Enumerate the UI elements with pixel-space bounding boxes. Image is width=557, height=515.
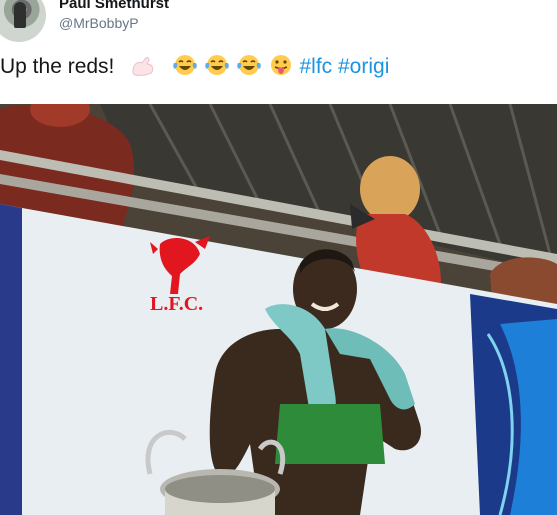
- face-with-tears-of-joy-icon: [172, 53, 198, 85]
- face-with-tears-of-joy-icon: [236, 53, 262, 85]
- user-handle[interactable]: @MrBobbyP: [59, 13, 169, 33]
- author-info: Paul Smethurst @MrBobbyP: [59, 0, 169, 33]
- flexed-biceps-icon: [130, 55, 156, 85]
- tweet-photo[interactable]: L.F.C.: [0, 104, 557, 515]
- hashtag-link[interactable]: #origi: [338, 55, 389, 78]
- display-name[interactable]: Paul Smethurst: [59, 0, 169, 13]
- tweet-body: Up the reds!: [0, 55, 115, 78]
- lfc-banner-text: L.F.C.: [150, 293, 203, 315]
- tweet-text: Up the reds! #lfc #origi: [0, 53, 389, 85]
- face-with-tears-of-joy-icon: [204, 53, 230, 85]
- tweet-header: Paul Smethurst @MrBobbyP: [0, 0, 557, 46]
- stadium-photo: L.F.C.: [0, 104, 557, 515]
- face-with-tongue-icon: [268, 53, 294, 85]
- hashtag-link[interactable]: #lfc: [299, 55, 332, 78]
- avatar[interactable]: [0, 0, 46, 42]
